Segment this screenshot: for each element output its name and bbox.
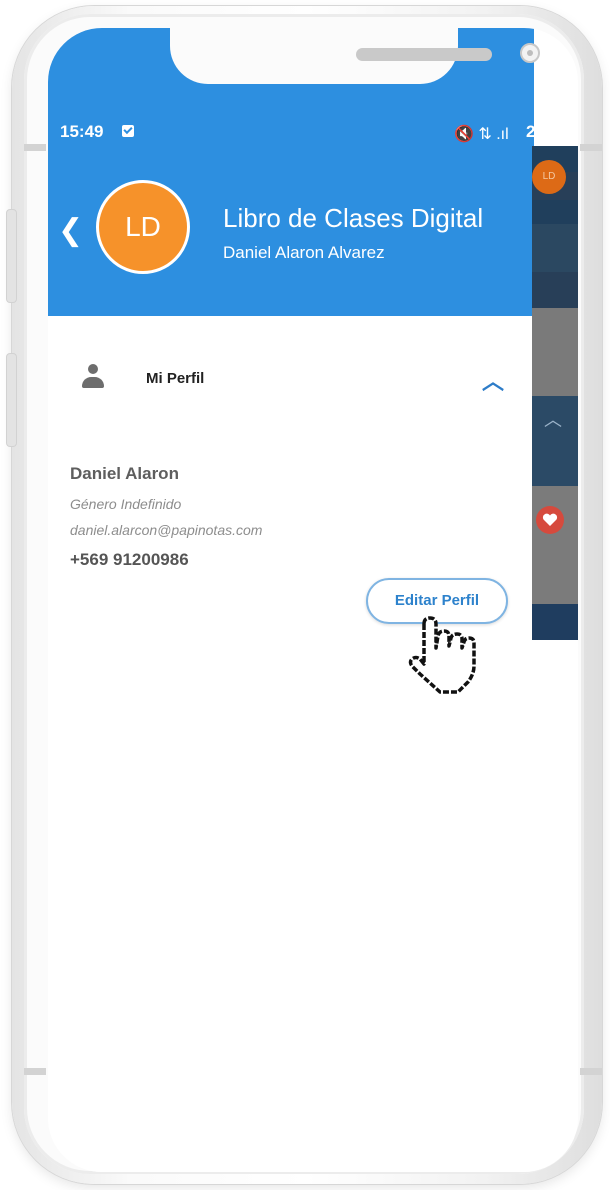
chevron-up-icon: ︿ [544, 410, 562, 430]
volume-up-button [7, 210, 16, 302]
chevron-up-icon[interactable]: ︿ [482, 364, 504, 396]
status-time: 15:49 [60, 122, 104, 141]
antenna-line [580, 144, 602, 151]
signal-icons: 🔇 ⇅ .ıl [454, 126, 509, 143]
battery-icon [565, 126, 573, 139]
profile-section-header[interactable]: Mi Perfil ︿ [48, 358, 532, 406]
profile-gender: Género Indefinido [70, 496, 182, 512]
speaker-grille [356, 48, 492, 61]
antenna-line [24, 1068, 46, 1075]
status-bar: 15:49 🔇 ⇅ .ıl 20% [54, 120, 578, 146]
profile-panel: Mi Perfil ︿ Daniel Alaron Género Indefin… [48, 316, 532, 1172]
person-icon [82, 364, 104, 392]
profile-name: Daniel Alaron [70, 464, 179, 483]
battery-level: 20% [526, 122, 561, 141]
section-title: Mi Perfil [146, 370, 205, 387]
background-screen-peek: LD ︿ [532, 146, 578, 640]
chevron-left-icon[interactable]: ❮ [58, 216, 83, 246]
antenna-line [24, 144, 46, 151]
heart-icon [536, 506, 564, 534]
front-camera [520, 43, 540, 63]
header-user-name: Daniel Alaron Alvarez [223, 243, 385, 262]
phone-notch [170, 28, 540, 84]
avatar: LD [96, 180, 190, 274]
antenna-line [580, 1068, 602, 1075]
volume-down-button [7, 354, 16, 446]
profile-phone: +569 91200986 [70, 550, 189, 569]
background-avatar: LD [532, 160, 566, 194]
notification-icon [122, 125, 134, 137]
hand-pointer-icon [408, 616, 476, 694]
phone-screen: LD ︿ 15:49 🔇 ⇅ .ıl 20% ❮ LD Libro de Cla… [48, 28, 578, 1172]
app-title: Libro de Clases Digital [223, 203, 484, 233]
profile-email: daniel.alarcon@papinotas.com [70, 522, 263, 538]
